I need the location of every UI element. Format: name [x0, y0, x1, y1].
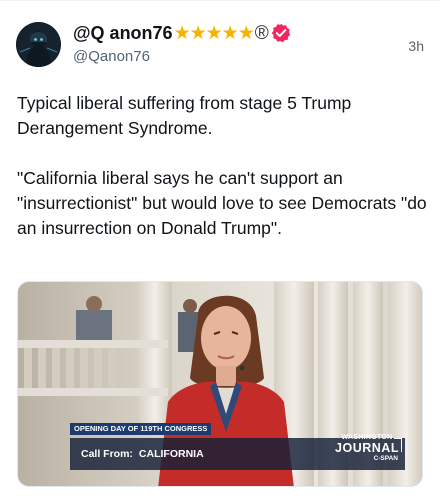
handle[interactable]: @Qanon76	[73, 48, 424, 65]
logo-line-3: C-SPAN	[373, 455, 398, 462]
display-name[interactable]: @Q anon76	[73, 23, 173, 44]
logo-bracket-icon	[394, 438, 402, 452]
media-image[interactable]: OPENING DAY OF 119TH CONGRESS Call From:…	[17, 281, 423, 487]
post-text: Typical liberal suffering from stage 5 T…	[17, 93, 427, 238]
verified-badge-icon	[271, 23, 290, 43]
name-row: @Q anon76 ★★★★★ ®	[73, 21, 424, 45]
post[interactable]: @Q anon76 ★★★★★ ® @Qanon76 3h Typical li…	[0, 0, 440, 500]
call-value: CALIFORNIA	[138, 448, 204, 460]
star-icons: ★★★★★	[173, 22, 255, 44]
registered-mark-icon: ®	[254, 22, 269, 44]
avatar-image	[16, 22, 61, 67]
logo-line-2: JOURNAL	[335, 441, 399, 455]
washington-journal-logo: WASHINGTON JOURNAL C-SPAN	[330, 434, 404, 472]
post-header: @Q anon76 ★★★★★ ® @Qanon76	[73, 21, 424, 69]
lower-third-title: OPENING DAY OF 119TH CONGRESS	[70, 423, 212, 435]
avatar[interactable]	[16, 22, 61, 67]
post-time[interactable]: 3h	[408, 38, 424, 54]
call-label: Call From:	[81, 448, 133, 460]
